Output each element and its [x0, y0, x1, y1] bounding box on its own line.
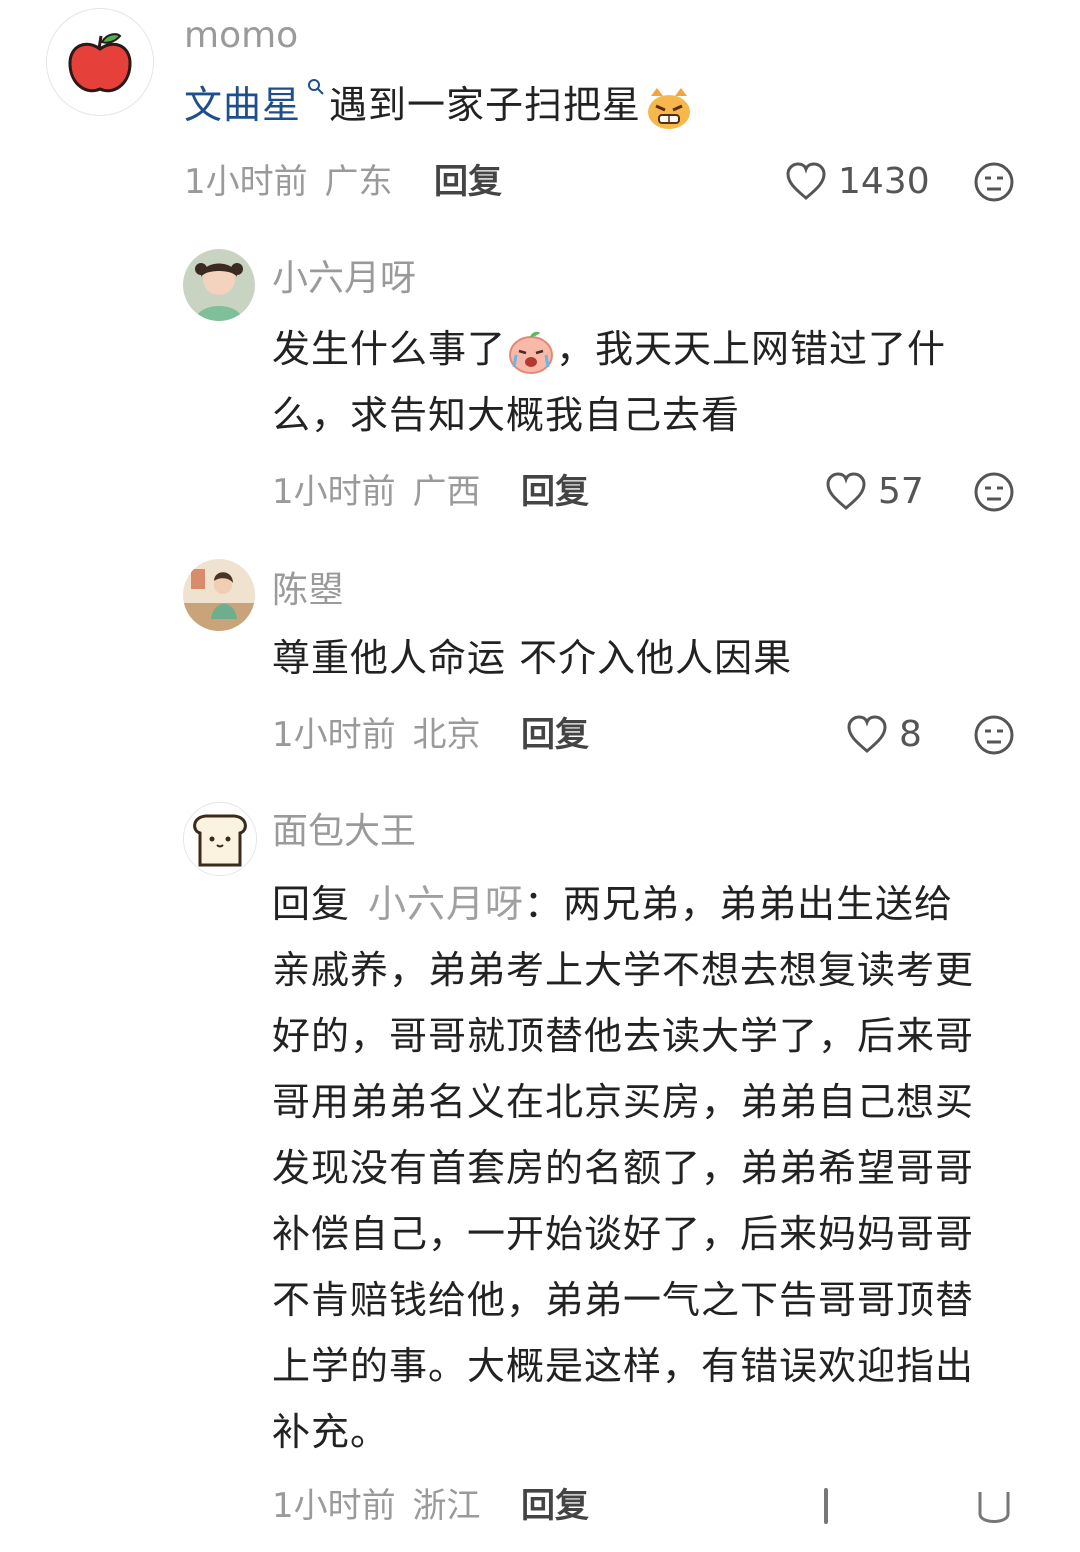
comment-body-line: 亲戚养，弟弟考上大学不想去想复读考更 — [272, 948, 975, 992]
comment-body-line: 补偿自己，一开始谈好了，后来妈妈哥哥 — [272, 1212, 975, 1256]
comment-text: 回复 小六月呀：两兄弟，弟弟出生送给 亲戚养，弟弟考上大学不想去想复读考更 好的，… — [272, 871, 1042, 1465]
comment-location: 广西 — [412, 472, 481, 512]
heart-icon[interactable] — [810, 1484, 840, 1528]
avatar[interactable] — [183, 802, 257, 876]
avatar[interactable] — [183, 249, 255, 321]
reply-button[interactable]: 回复 — [434, 160, 502, 204]
comment-body-line: 不肯赔钱给他，弟弟一气之下告哥哥顶替 — [272, 1278, 975, 1322]
comment-body-line: 哥用弟弟名义在北京买房，弟弟自己想买 — [272, 1080, 975, 1124]
heart-icon[interactable] — [845, 713, 889, 757]
comment-username[interactable]: 小六月呀 — [272, 257, 416, 301]
comment-text: 文曲星 遇到一家子扫把星 — [184, 72, 693, 138]
comment-body-line: ：两兄弟，弟弟出生送给 — [524, 882, 954, 926]
comment-meta: 1小时前 广西 — [272, 470, 480, 514]
comment-time: 1小时前 — [272, 1486, 396, 1526]
child-photo-icon — [183, 249, 255, 321]
comment-body-line: 上学的事。大概是这样，有错误欢迎指出 — [272, 1344, 975, 1388]
dislike-face-icon[interactable] — [972, 713, 1016, 757]
comment-text: 尊重他人命运 不介入他人因果 — [272, 636, 793, 680]
comment-time: 1小时前 — [184, 162, 308, 202]
comment-meta: 1小时前 广东 — [184, 160, 392, 204]
comment-location: 浙江 — [412, 1486, 481, 1526]
comment-time: 1小时前 — [272, 472, 396, 512]
comment-body-line: 发生什么事了 — [272, 327, 507, 371]
comment-username[interactable]: 陈曌 — [272, 569, 344, 613]
avatar[interactable] — [46, 8, 154, 116]
comment-username[interactable]: 面包大王 — [272, 810, 416, 854]
reply-button[interactable]: 回复 — [521, 713, 589, 757]
comment-location: 广东 — [324, 162, 393, 202]
reply-button[interactable]: 回复 — [521, 470, 589, 514]
comment-body: 遇到一家子扫把星 — [329, 83, 642, 127]
comment-meta: 1小时前 北京 — [272, 713, 480, 757]
dislike-face-icon[interactable] — [972, 470, 1016, 514]
heart-icon[interactable] — [784, 160, 828, 204]
toast-bread-icon — [184, 803, 256, 875]
dislike-face-icon[interactable] — [972, 160, 1016, 204]
search-icon[interactable] — [307, 78, 325, 96]
comment-body-line: 发现没有首套房的名额了，弟弟希望哥哥 — [272, 1146, 975, 1190]
like-count: 1430 — [838, 161, 930, 202]
angry-cat-emoji-icon — [645, 86, 693, 130]
crying-peach-emoji-icon — [506, 329, 556, 375]
comment-text: 发生什么事了 ，我天天上网错过了什 么，求告知大概我自己去看 — [272, 316, 1012, 448]
topic-link[interactable]: 文曲星 — [184, 83, 301, 127]
reply-button[interactable]: 回复 — [521, 1484, 589, 1528]
reply-prefix: 回复 — [272, 882, 351, 926]
illustration-avatar-icon — [183, 559, 255, 631]
comment-body-line: ，我天天上网错过了什 — [556, 327, 947, 371]
apple-icon — [47, 9, 153, 115]
comment-body-line: 好的，哥哥就顶替他去读大学了，后来哥 — [272, 1014, 975, 1058]
like-count: 8 — [899, 714, 922, 755]
comment-time: 1小时前 — [272, 715, 396, 755]
comment-body-line: 么，求告知大概我自己去看 — [272, 393, 741, 437]
comment-location: 北京 — [412, 715, 481, 755]
dislike-face-icon[interactable] — [972, 1484, 1016, 1528]
reply-to-username[interactable]: 小六月呀 — [368, 882, 524, 926]
comment-meta: 1小时前 浙江 — [272, 1484, 480, 1528]
comment-body-line: 补充。 — [272, 1410, 390, 1454]
comment-username[interactable]: momo — [184, 14, 298, 58]
heart-icon[interactable] — [824, 470, 868, 514]
like-count: 57 — [878, 471, 924, 512]
avatar[interactable] — [183, 559, 255, 631]
